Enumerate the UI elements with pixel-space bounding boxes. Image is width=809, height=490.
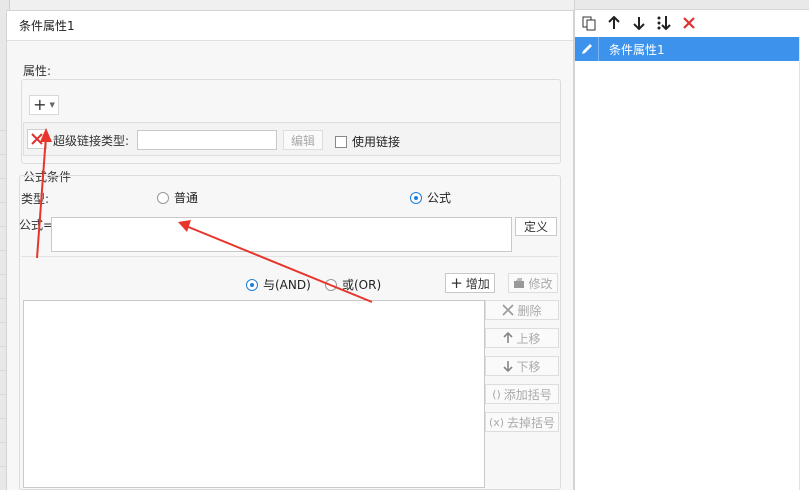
copy-icon: [582, 16, 596, 31]
move-up-button[interactable]: 上移: [485, 328, 559, 348]
formula-label: 公式=: [19, 218, 54, 232]
radio-dot-selected[interactable]: [410, 191, 422, 204]
and-label: 与(AND): [263, 278, 311, 292]
use-link-checkbox[interactable]: 使用链接: [335, 133, 400, 150]
checkbox-box[interactable]: [335, 135, 347, 148]
arrow-down-icon: [633, 17, 645, 30]
modify-condition-button[interactable]: 修改: [508, 273, 558, 293]
condition-attribute-dialog: 条件属性1 属性: + ▼ 超级链接类型: 编辑 使用链接 公式条件 类型: 普…: [6, 10, 574, 490]
condition-list-panel: 条件属性1: [574, 0, 809, 490]
move-down-button[interactable]: 下移: [485, 356, 559, 376]
hyperlink-type-input[interactable]: [137, 130, 277, 150]
or-label: 或(OR): [342, 278, 382, 292]
arrow-up-icon: [503, 332, 514, 343]
properties-group-label: 属性:: [23, 64, 52, 78]
formula-input[interactable]: [51, 217, 512, 252]
edit-button[interactable]: 编辑: [283, 130, 323, 150]
arrow-up-icon: [608, 16, 620, 29]
hyperlink-type-label: 超级链接类型:: [53, 134, 130, 148]
modify-label: 修改: [528, 276, 553, 291]
close-icon: [31, 133, 43, 145]
side-divider: [799, 37, 800, 490]
use-link-label: 使用链接: [352, 135, 401, 149]
side-toolbar: [575, 10, 809, 36]
divider: [21, 256, 559, 257]
move-up-label: 上移: [516, 331, 541, 346]
move-down-item-button[interactable]: [629, 13, 649, 33]
add-bracket-button[interactable]: () 添加括号: [485, 384, 559, 404]
define-button[interactable]: 定义: [515, 217, 557, 236]
plus-icon: +: [33, 95, 47, 114]
type-formula-radio[interactable]: 公式: [410, 189, 451, 206]
move-up-item-button[interactable]: [604, 13, 624, 33]
side-list-item-label: 条件属性1: [609, 42, 665, 57]
remove-property-button[interactable]: [27, 129, 47, 149]
arrow-down-icon: [503, 361, 514, 372]
add-label: 增加: [465, 276, 490, 291]
modify-icon: [514, 278, 525, 288]
move-down-label: 下移: [516, 359, 541, 374]
condition-list[interactable]: [23, 300, 485, 488]
side-panel-header: [575, 0, 809, 10]
close-icon: [683, 17, 695, 29]
add-bracket-label: 添加括号: [503, 387, 552, 402]
move-to-bottom-icon: [657, 16, 671, 31]
radio-dot[interactable]: [325, 278, 337, 291]
type-label: 类型:: [21, 192, 50, 206]
type-normal-radio[interactable]: 普通: [157, 189, 198, 206]
delete-condition-button[interactable]: 删除: [485, 300, 559, 320]
copy-button[interactable]: [579, 13, 599, 33]
type-formula-label: 公式: [427, 191, 452, 205]
dialog-body: 属性: + ▼ 超级链接类型: 编辑 使用链接 公式条件 类型: 普通 公式 公…: [7, 42, 573, 490]
or-radio[interactable]: 或(OR): [325, 276, 381, 293]
bracket-icon: (): [492, 387, 501, 401]
add-condition-button[interactable]: + 增加: [445, 273, 495, 293]
dialog-title: 条件属性1: [7, 11, 573, 41]
delete-item-button[interactable]: [679, 13, 699, 33]
add-property-button[interactable]: + ▼: [29, 95, 59, 115]
move-to-bottom-button[interactable]: [654, 13, 674, 33]
dropdown-arrow-icon: ▼: [49, 101, 55, 109]
and-radio[interactable]: 与(AND): [246, 276, 311, 293]
plus-icon: +: [450, 274, 463, 292]
delete-icon: [502, 304, 515, 316]
remove-bracket-icon: (x): [488, 415, 505, 429]
delete-label: 删除: [517, 303, 542, 318]
pen-icon: [575, 37, 599, 61]
remove-bracket-label: 去掉括号: [507, 415, 556, 430]
side-list-item[interactable]: 条件属性1: [575, 37, 799, 61]
radio-dot-selected[interactable]: [246, 278, 258, 291]
radio-dot[interactable]: [157, 191, 169, 204]
type-normal-label: 普通: [174, 191, 199, 205]
remove-bracket-button[interactable]: (x) 去掉括号: [485, 412, 559, 432]
